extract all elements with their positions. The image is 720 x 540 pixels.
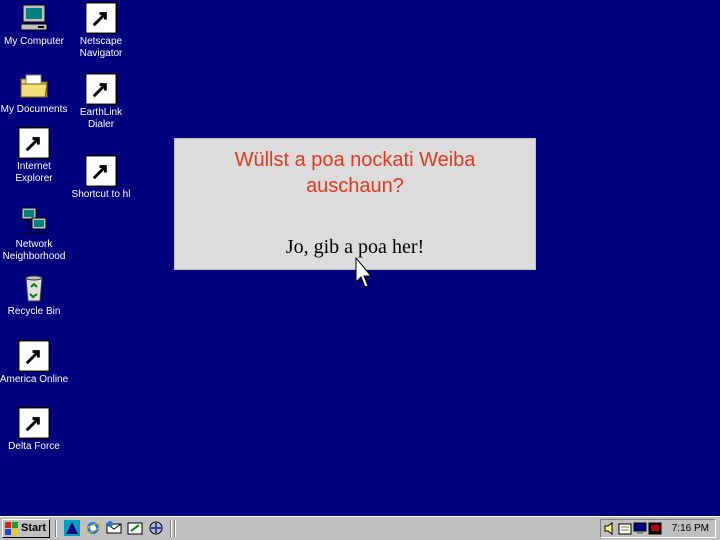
shortcut-arrow-icon: [85, 155, 117, 187]
outlook-express-icon: [106, 521, 122, 534]
internet-explorer-icon: [18, 127, 50, 159]
prompt-dialog: Wüllst a poa nockati Weiba auschaun? Jo,…: [174, 138, 536, 270]
start-label: Start: [21, 522, 47, 534]
desktop-icon-label: Recycle Bin: [7, 306, 61, 317]
desktop-icon-label: Shortcut to hl: [71, 189, 131, 200]
shortcut-arrow-icon: [18, 407, 50, 439]
delta-force-icon: [18, 407, 50, 439]
taskbar-clock[interactable]: 7:16 PM: [672, 522, 709, 536]
show-desktop-icon: [127, 522, 143, 535]
monitor-icon[interactable]: [633, 522, 647, 535]
quicklaunch-outlook-express[interactable]: [106, 520, 122, 536]
computer-icon: [18, 2, 50, 34]
desktop-icon-america-online[interactable]: America Online: [0, 340, 74, 386]
aol-icon: [18, 340, 50, 372]
channels-icon: [149, 521, 163, 535]
desktop-icon-shortcut-to-hl[interactable]: Shortcut to hl: [61, 155, 141, 201]
half-life-icon: [85, 155, 117, 187]
start-button[interactable]: Start: [2, 519, 50, 538]
speaker-icon[interactable]: [603, 522, 617, 535]
desktop-icon-label: Delta Force: [8, 441, 60, 452]
desktop-icon-label: Netscape Navigator: [79, 36, 123, 59]
quicklaunch-aol[interactable]: [64, 520, 80, 536]
quicklaunch-channels[interactable]: [148, 520, 164, 536]
taskbar-separator: [174, 520, 176, 537]
internet-explorer-icon: [85, 522, 101, 534]
recycle-bin-icon: [18, 272, 50, 304]
prompt-question: Wüllst a poa nockati Weiba auschaun?: [234, 149, 476, 197]
desktop-icon-delta-force[interactable]: Delta Force: [0, 407, 74, 453]
earthlink-icon: [85, 73, 117, 105]
folder-icon: [18, 70, 50, 102]
network-icon: [18, 205, 50, 237]
shortcut-arrow-icon: [85, 2, 117, 34]
windows-flag-icon: [5, 522, 18, 535]
desktop-icon-network-neighborhood[interactable]: Network Neighborhood: [0, 205, 74, 263]
taskbar-separator: [170, 520, 172, 537]
netscape-icon: [85, 2, 117, 34]
prompt-answer-button[interactable]: Jo, gib a poa her!: [195, 235, 515, 259]
quicklaunch-internet-explorer[interactable]: [85, 520, 101, 536]
system-tray: 7:16 PM: [600, 519, 716, 538]
shortcut-arrow-icon: [18, 340, 50, 372]
desktop-icon-netscape-navigator[interactable]: Netscape Navigator: [61, 2, 141, 60]
mouse-cursor-icon: [355, 257, 373, 288]
taskbar: Start 7:16 PM: [0, 516, 720, 540]
desktop-icon-label: Network Neighborhood: [2, 239, 66, 262]
aol-icon: [64, 520, 80, 536]
desktop-icon-label: America Online: [0, 374, 69, 385]
shortcut-arrow-icon: [85, 73, 117, 105]
shortcut-arrow-icon: [18, 127, 50, 159]
taskbar-separator: [55, 520, 57, 537]
display-settings-icon[interactable]: [648, 522, 662, 535]
desktop-icon-label: EarthLink Dialer: [79, 107, 123, 130]
scheduler-icon[interactable]: [618, 522, 632, 535]
desktop-icon-recycle-bin[interactable]: Recycle Bin: [0, 272, 74, 318]
desktop-icon-earthlink-dialer[interactable]: EarthLink Dialer: [61, 73, 141, 131]
quicklaunch-show-desktop[interactable]: [127, 520, 143, 536]
